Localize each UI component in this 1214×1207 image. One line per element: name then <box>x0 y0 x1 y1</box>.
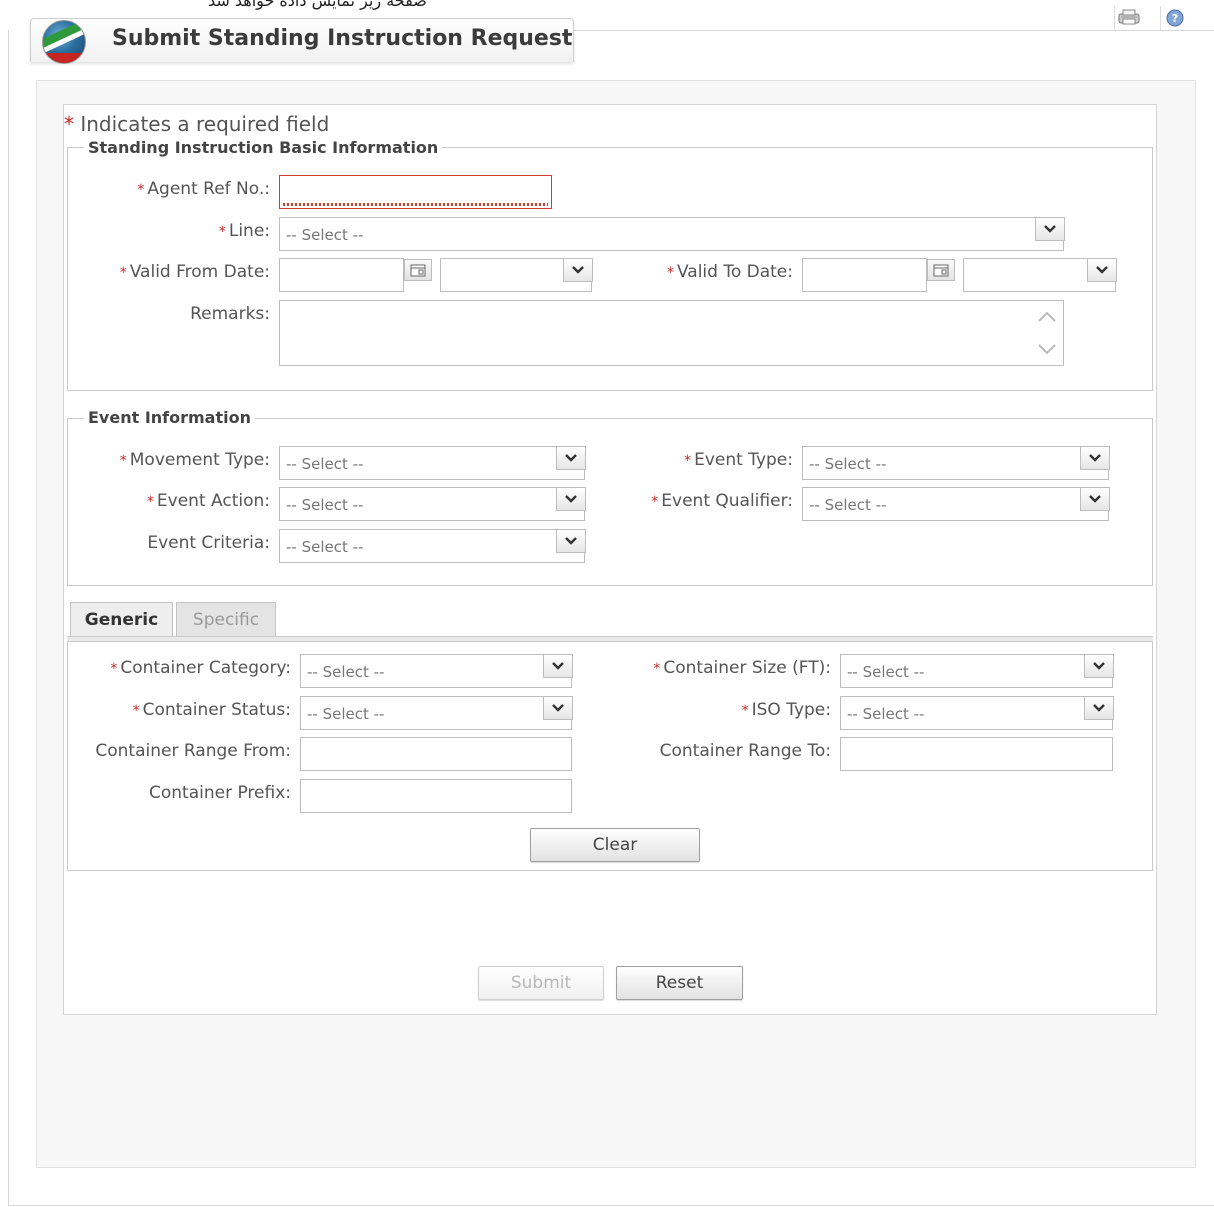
remarks-textarea[interactable] <box>279 300 1064 366</box>
reset-button[interactable]: Reset <box>616 966 743 1000</box>
chevron-down-icon[interactable] <box>1087 258 1117 282</box>
event-qualifier-label: * Event Qualifier: <box>651 491 793 511</box>
container-prefix-label: Container Prefix: <box>148 783 291 803</box>
print-icon[interactable] <box>1114 6 1142 30</box>
container-category-select[interactable]: -- Select -- <box>300 654 573 688</box>
container-status-label: * Container Status: <box>132 700 291 720</box>
container-size-label: * Container Size (FT): <box>653 658 831 678</box>
chevron-down-icon[interactable] <box>1084 696 1114 720</box>
movement-type-select[interactable]: -- Select -- <box>279 446 586 480</box>
iso-type-label: * ISO Type: <box>741 700 831 720</box>
chevron-down-icon[interactable] <box>1080 446 1110 470</box>
scroll-up-icon[interactable] <box>1037 309 1057 325</box>
calendar-icon[interactable] <box>404 259 432 281</box>
container-range-to-label: Container Range To: <box>659 741 831 761</box>
event-criteria-select[interactable]: -- Select -- <box>279 529 586 563</box>
required-star: * <box>64 112 74 136</box>
movement-type-label: * Movement Type: <box>119 450 270 470</box>
movement-type-value: -- Select -- <box>286 455 364 473</box>
svg-text:?: ? <box>1171 12 1177 25</box>
top-caption: صفحه زیر نمایش داده خواهد شد <box>208 0 427 10</box>
event-type-value: -- Select -- <box>809 455 887 473</box>
container-range-from-input[interactable] <box>300 737 572 771</box>
event-criteria-value: -- Select -- <box>286 538 364 556</box>
chevron-down-icon[interactable] <box>543 654 573 678</box>
container-size-select[interactable]: -- Select -- <box>840 654 1114 688</box>
valid-to-time-select[interactable] <box>963 258 1117 292</box>
help-icon[interactable]: ? <box>1160 6 1188 30</box>
event-action-value: -- Select -- <box>286 496 364 514</box>
container-prefix-input[interactable] <box>300 779 572 813</box>
chevron-down-icon[interactable] <box>1035 217 1065 241</box>
chevron-down-icon[interactable] <box>556 487 586 511</box>
globe-logo-icon <box>42 20 86 64</box>
page-title: Submit Standing Instruction Request <box>112 26 573 51</box>
event-type-select[interactable]: -- Select -- <box>802 446 1110 480</box>
iso-type-value: -- Select -- <box>847 705 925 723</box>
required-field-note: * Indicates a required field <box>64 112 329 136</box>
valid-from-label: * Valid From Date: <box>119 262 270 282</box>
event-qualifier-select[interactable]: -- Select -- <box>802 487 1110 521</box>
event-type-label: * Event Type: <box>684 450 793 470</box>
chevron-down-icon[interactable] <box>1084 654 1114 678</box>
tab-specific[interactable]: Specific <box>176 602 276 638</box>
spellcheck-underline <box>283 203 548 206</box>
remarks-label: Remarks: <box>190 304 270 324</box>
valid-to-label: * Valid To Date: <box>666 262 793 282</box>
event-action-label: * Event Action: <box>146 491 270 511</box>
line-select[interactable]: -- Select -- <box>279 217 1065 251</box>
agent-ref-label: * Agent Ref No.: <box>137 179 270 199</box>
required-note-text: Indicates a required field <box>80 112 330 136</box>
event-criteria-label: Event Criteria: <box>147 533 270 553</box>
chevron-down-icon[interactable] <box>556 446 586 470</box>
chevron-down-icon[interactable] <box>543 696 573 720</box>
container-size-value: -- Select -- <box>847 663 925 681</box>
container-category-label: * Container Category: <box>110 658 291 678</box>
chevron-down-icon[interactable] <box>1080 487 1110 511</box>
tab-generic[interactable]: Generic <box>70 602 173 638</box>
event-qualifier-value: -- Select -- <box>809 496 887 514</box>
container-category-value: -- Select -- <box>307 663 385 681</box>
event-info-legend: Event Information <box>84 408 255 427</box>
valid-to-date-input[interactable] <box>802 258 927 292</box>
container-status-value: -- Select -- <box>307 705 385 723</box>
chevron-down-icon[interactable] <box>563 258 593 282</box>
scroll-down-icon[interactable] <box>1037 341 1057 357</box>
basic-info-legend: Standing Instruction Basic Information <box>84 138 443 157</box>
container-range-from-label: Container Range From: <box>95 741 291 761</box>
line-select-value: -- Select -- <box>286 226 364 244</box>
event-action-select[interactable]: -- Select -- <box>279 487 586 521</box>
iso-type-select[interactable]: -- Select -- <box>840 696 1114 730</box>
container-status-select[interactable]: -- Select -- <box>300 696 573 730</box>
line-label: * Line: <box>218 221 270 241</box>
clear-button[interactable]: Clear <box>530 828 700 862</box>
chevron-down-icon[interactable] <box>556 529 586 553</box>
valid-from-date-input[interactable] <box>279 258 404 292</box>
calendar-icon[interactable] <box>927 259 955 281</box>
outer-frame-top-border <box>572 30 1214 31</box>
submit-button[interactable]: Submit <box>478 966 604 1000</box>
container-range-to-input[interactable] <box>840 737 1113 771</box>
valid-from-time-select[interactable] <box>440 258 593 292</box>
agent-ref-input[interactable] <box>279 175 552 209</box>
